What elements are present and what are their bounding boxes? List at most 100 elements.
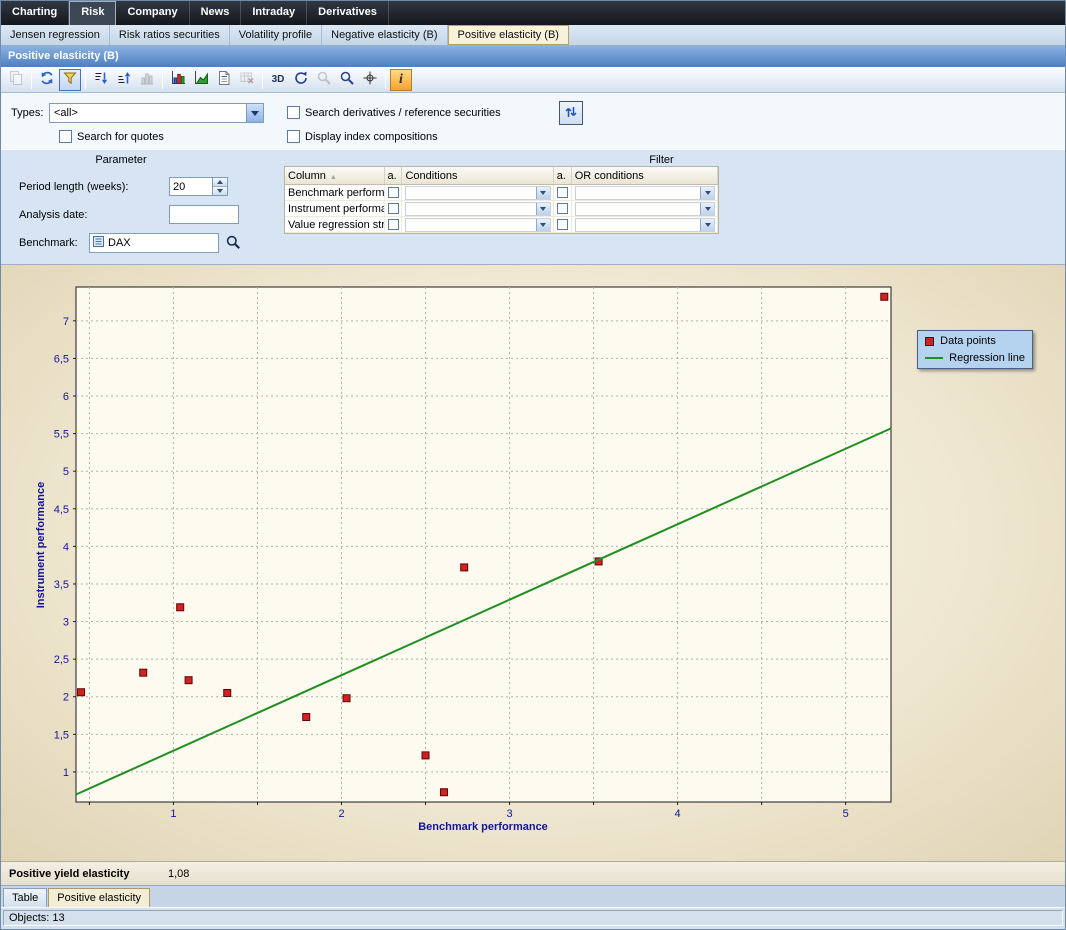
display-index-checkbox[interactable] <box>287 130 300 143</box>
zoom-button[interactable] <box>336 69 358 91</box>
svg-text:1: 1 <box>63 767 69 779</box>
chevron-down-icon[interactable] <box>536 203 550 215</box>
scatter-plot[interactable]: 1234511,522,533,544,555,566,57 <box>1 265 1065 840</box>
bar-chart-icon <box>170 70 186 89</box>
rotate-button[interactable] <box>290 69 312 91</box>
crosshair-icon <box>362 70 378 89</box>
analysis-date-input[interactable] <box>169 205 239 224</box>
condition-checkbox[interactable] <box>557 219 568 230</box>
chart-panel: 1234511,522,533,544,555,566,57 Instrumen… <box>1 264 1065 861</box>
period-length-input[interactable] <box>169 177 213 196</box>
refresh-button[interactable] <box>36 69 58 91</box>
filter-col-a[interactable]: a. <box>554 167 572 184</box>
svg-text:4: 4 <box>63 541 69 553</box>
chevron-down-icon[interactable] <box>536 187 550 199</box>
spinner-buttons <box>213 177 228 196</box>
copy-button <box>5 69 27 91</box>
filter-col-column[interactable]: Column▲ <box>285 167 385 184</box>
filter-col-a[interactable]: a. <box>385 167 403 184</box>
legend-label: Data points <box>940 335 996 347</box>
svg-text:7: 7 <box>63 316 69 328</box>
swap-arrows-icon <box>564 105 578 122</box>
zoom-dynamic-icon <box>316 70 332 89</box>
condition-checkbox[interactable] <box>388 219 399 230</box>
condition-dropdown[interactable] <box>405 218 550 232</box>
filter-row-label: Instrument performance <box>285 201 385 216</box>
toolbar: 3D i <box>1 67 1065 93</box>
condition-checkbox[interactable] <box>388 187 399 198</box>
svg-text:1,5: 1,5 <box>54 729 69 741</box>
condition-dropdown[interactable] <box>575 218 715 232</box>
search-quotes-checkbox[interactable] <box>59 130 72 143</box>
search-derivatives-checkbox[interactable] <box>287 106 300 119</box>
types-value: <all> <box>50 107 246 119</box>
x-axis-title: Benchmark performance <box>418 821 548 833</box>
chevron-down-icon[interactable] <box>700 203 714 215</box>
status-objects: Objects: 13 <box>3 910 1063 926</box>
menu-item-news[interactable]: News <box>190 1 242 25</box>
condition-dropdown[interactable] <box>575 202 715 216</box>
chart-legend[interactable]: Data points Regression line <box>917 330 1033 369</box>
3d-button[interactable]: 3D <box>267 69 289 91</box>
condition-dropdown[interactable] <box>405 202 550 216</box>
tab-jensen-regression[interactable]: Jensen regression <box>1 25 110 45</box>
spin-down-button[interactable] <box>213 186 227 195</box>
filter-col-or-conditions[interactable]: OR conditions <box>572 167 718 184</box>
condition-checkbox[interactable] <box>388 203 399 214</box>
filter-button[interactable] <box>59 69 81 91</box>
menu-item-charting[interactable]: Charting <box>1 1 69 25</box>
search-quotes-option[interactable]: Search for quotes <box>59 130 164 143</box>
info-button[interactable]: i <box>390 69 412 91</box>
condition-checkbox[interactable] <box>557 187 568 198</box>
chevron-down-icon[interactable] <box>246 104 263 122</box>
svg-text:2,5: 2,5 <box>54 654 69 666</box>
filter-cell <box>385 217 403 232</box>
rotate-icon <box>293 70 309 89</box>
crosshair-button[interactable] <box>359 69 381 91</box>
menu-item-intraday[interactable]: Intraday <box>241 1 307 25</box>
display-index-option[interactable]: Display index compositions <box>287 130 438 143</box>
chevron-down-icon[interactable] <box>536 219 550 231</box>
execute-search-button[interactable] <box>559 101 583 125</box>
3d-icon: 3D <box>272 74 285 85</box>
delete-table-icon <box>239 70 255 89</box>
svg-text:5: 5 <box>843 808 849 820</box>
chevron-down-icon[interactable] <box>700 187 714 199</box>
svg-text:3,5: 3,5 <box>54 579 69 591</box>
sort-ascending-button[interactable] <box>113 69 135 91</box>
tab-negative-elasticity-b[interactable]: Negative elasticity (B) <box>322 25 447 45</box>
tab-risk-ratios-securities[interactable]: Risk ratios securities <box>110 25 230 45</box>
spin-up-button[interactable] <box>213 178 227 186</box>
condition-dropdown[interactable] <box>405 186 550 200</box>
search-derivatives-option[interactable]: Search derivatives / reference securitie… <box>287 106 501 119</box>
area-chart-button[interactable] <box>190 69 212 91</box>
benchmark-input[interactable] <box>108 237 218 249</box>
result-value: 1,08 <box>168 868 189 880</box>
menu-item-risk[interactable]: Risk <box>69 1 116 25</box>
bottom-tab-positive-elasticity[interactable]: Positive elasticity <box>48 888 150 907</box>
filter-row-label: Value regression straight <box>285 217 385 232</box>
zoom-icon <box>339 70 355 89</box>
types-dropdown[interactable]: <all> <box>49 103 264 123</box>
bar-chart-button[interactable] <box>167 69 189 91</box>
tab-volatility-profile[interactable]: Volatility profile <box>230 25 322 45</box>
condition-dropdown[interactable] <box>575 186 715 200</box>
benchmark-field[interactable] <box>89 233 219 253</box>
condition-checkbox[interactable] <box>557 203 568 214</box>
menu-item-company[interactable]: Company <box>116 1 189 25</box>
legend-line-swatch <box>925 357 943 359</box>
benchmark-search-button[interactable] <box>222 232 244 254</box>
filter-table-body: Benchmark performanceInstrument performa… <box>285 185 718 233</box>
sort-descending-button[interactable] <box>90 69 112 91</box>
bottom-tab-table[interactable]: Table <box>3 888 47 907</box>
tab-positive-elasticity-b[interactable]: Positive elasticity (B) <box>448 25 569 45</box>
result-bar: Positive yield elasticity 1,08 <box>1 861 1065 885</box>
report-button[interactable] <box>213 69 235 91</box>
search-quotes-label: Search for quotes <box>77 131 164 143</box>
menu-item-derivatives[interactable]: Derivatives <box>307 1 389 25</box>
legend-item: Regression line <box>925 352 1025 364</box>
filter-cell <box>402 217 553 232</box>
filter-col-conditions[interactable]: Conditions <box>402 167 553 184</box>
chevron-down-icon[interactable] <box>700 219 714 231</box>
filter-cell <box>572 217 718 232</box>
